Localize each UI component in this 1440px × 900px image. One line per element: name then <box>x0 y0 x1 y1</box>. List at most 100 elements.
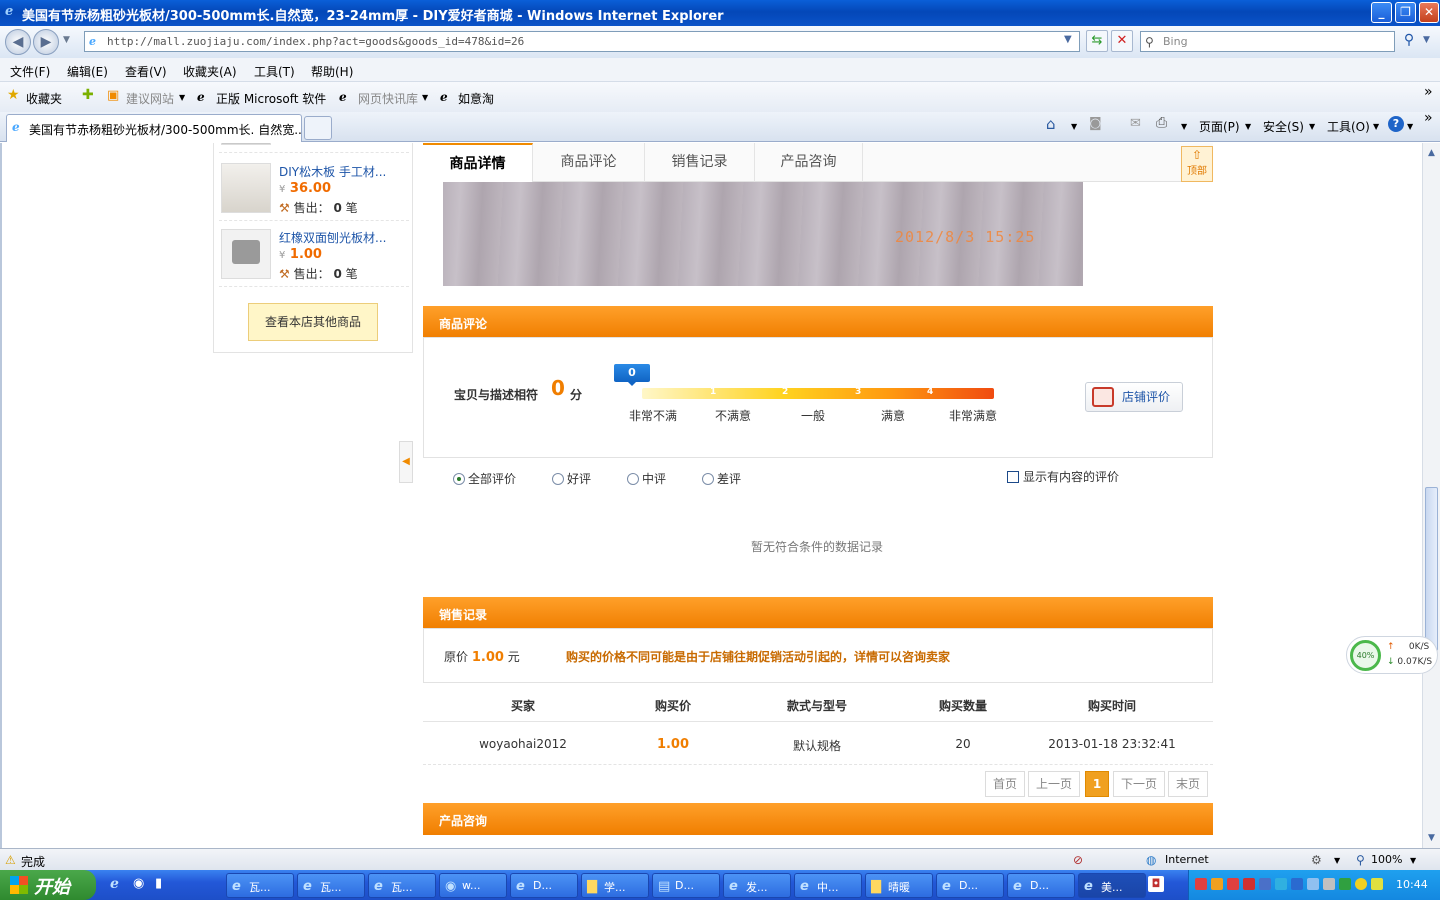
taskbar-item[interactable]: ◉ w... <box>439 873 507 898</box>
show-desktop-icon[interactable]: ◘ <box>1148 876 1164 892</box>
taskbar-item[interactable]: e D... <box>1007 873 1075 898</box>
stop-icon[interactable]: ✕ <box>1111 30 1133 52</box>
filter-good-reviews[interactable]: 好评 <box>552 470 591 487</box>
page-first-button[interactable]: 首页 <box>985 771 1025 797</box>
webslice-gallery-link[interactable]: 网页快讯库 <box>358 90 418 107</box>
qq-icon[interactable] <box>1243 878 1255 890</box>
back-button[interactable]: ◀ <box>5 29 31 55</box>
search-options-icon[interactable]: ▼ <box>1423 35 1430 45</box>
forward-button[interactable]: ▶ <box>33 29 59 55</box>
address-dropdown-icon[interactable]: ▼ <box>1064 34 1072 45</box>
webslice-dropdown-icon[interactable]: ▼ <box>422 93 428 102</box>
taskbar-item-active[interactable]: e 美... <box>1078 873 1146 898</box>
search-input[interactable]: ⚲ Bing <box>1140 31 1395 52</box>
list-item[interactable] <box>219 143 409 153</box>
refresh-icon[interactable]: ⇆ <box>1086 30 1108 52</box>
home-icon[interactable]: ⌂ <box>1046 115 1056 133</box>
popup-blocked-icon[interactable]: ⊘ <box>1073 853 1083 867</box>
tools-menu[interactable]: 工具(O) <box>1327 118 1370 135</box>
protected-dropdown-icon[interactable]: ▼ <box>1334 856 1340 865</box>
chevron-more-icon[interactable]: » <box>1424 84 1433 100</box>
help-icon[interactable]: ? <box>1388 116 1404 132</box>
taskbar-item[interactable]: e 瓦... <box>297 873 365 898</box>
taskbar-item[interactable]: e 瓦... <box>368 873 436 898</box>
minimize-button[interactable]: _ <box>1371 2 1392 23</box>
filter-neutral-reviews[interactable]: 中评 <box>627 470 666 487</box>
product-thumbnail[interactable] <box>221 163 271 213</box>
home-dropdown-icon[interactable]: ▼ <box>1071 122 1077 131</box>
network-speed-widget[interactable]: 40% ↑ 0K/S ↓ 0.07K/S <box>1346 636 1438 674</box>
taskbar-item[interactable]: ▤ D... <box>652 873 720 898</box>
product-name[interactable]: 红橡双面刨光板材... <box>279 229 386 246</box>
browser-tab-active[interactable]: e 美国有节赤杨粗砂光板材/300-500mm长. 自然宽... <box>6 114 302 142</box>
tray-app-icon[interactable] <box>1339 878 1351 890</box>
page-last-button[interactable]: 末页 <box>1168 771 1208 797</box>
quicklaunch-app-icon[interactable]: ▮ <box>155 876 162 891</box>
scrollbar-thumb[interactable] <box>1425 487 1438 651</box>
security-icon[interactable] <box>1355 878 1367 890</box>
feeds-icon[interactable]: ◙ <box>1089 116 1102 131</box>
mail-icon[interactable]: ✉ <box>1130 116 1141 131</box>
history-dropdown-icon[interactable]: ▼ <box>63 35 70 45</box>
safety-dropdown-icon[interactable]: ▼ <box>1309 122 1315 131</box>
taskbar-item[interactable]: ▇ 学... <box>581 873 649 898</box>
filter-all-reviews[interactable]: 全部评价 <box>453 470 516 487</box>
protected-mode-icon[interactable]: ⚙ <box>1311 853 1322 867</box>
tab-sales[interactable]: 销售记录 <box>645 143 755 182</box>
zoom-level[interactable]: 100% <box>1371 853 1402 866</box>
tray-app-icon[interactable] <box>1291 878 1303 890</box>
menu-file[interactable]: 文件(F) <box>10 63 50 80</box>
chevron-more-icon[interactable]: » <box>1424 110 1433 126</box>
zoom-dropdown-icon[interactable]: ▼ <box>1410 856 1416 865</box>
list-item[interactable]: DIY松木板 手工材... ¥ 36.00 ⚒ 售出： 0 笔 <box>219 157 409 221</box>
tab-details[interactable]: 商品详情 <box>423 143 533 183</box>
tray-app-icon[interactable] <box>1275 878 1287 890</box>
network-icon[interactable] <box>1307 878 1319 890</box>
tools-dropdown-icon[interactable]: ▼ <box>1373 122 1379 131</box>
maximize-button[interactable]: ❐ <box>1395 2 1416 23</box>
scroll-down-icon[interactable]: ▼ <box>1425 831 1438 845</box>
menu-favorites[interactable]: 收藏夹(A) <box>183 63 237 80</box>
start-button[interactable]: 开始 <box>0 870 96 900</box>
product-thumbnail[interactable] <box>221 143 271 145</box>
menu-help[interactable]: 帮助(H) <box>311 63 353 80</box>
product-name[interactable]: DIY松木板 手工材... <box>279 163 386 180</box>
safety-menu[interactable]: 安全(S) <box>1263 118 1304 135</box>
taskbar-item[interactable]: e 中... <box>794 873 862 898</box>
search-button-icon[interactable]: ⚲ <box>1398 32 1420 52</box>
content-only-checkbox[interactable]: 显示有内容的评价 <box>1007 468 1119 485</box>
print-dropdown-icon[interactable]: ▼ <box>1181 122 1187 131</box>
vertical-scrollbar[interactable]: ▲ ▼ <box>1422 143 1440 848</box>
view-more-products-button[interactable]: 查看本店其他商品 <box>248 303 378 341</box>
volume-icon[interactable] <box>1259 878 1271 890</box>
page-prev-button[interactable]: 上一页 <box>1028 771 1080 797</box>
back-to-top-button[interactable]: ⇧ 顶部 <box>1181 146 1213 182</box>
microsoft-link[interactable]: 正版 Microsoft 软件 <box>216 90 326 107</box>
add-favorites-icon[interactable]: ✚ <box>82 87 94 103</box>
new-tab-button[interactable] <box>304 116 332 140</box>
menu-tools[interactable]: 工具(T) <box>254 63 295 80</box>
collapse-sidebar-icon[interactable]: ◀ <box>399 441 413 483</box>
filter-bad-reviews[interactable]: 差评 <box>702 470 741 487</box>
tray-app-icon[interactable] <box>1323 878 1335 890</box>
page-next-button[interactable]: 下一页 <box>1113 771 1165 797</box>
product-thumbnail[interactable] <box>221 229 271 279</box>
list-item[interactable]: 红橡双面刨光板材... ¥ 1.00 ⚒ 售出： 0 笔 <box>219 223 409 287</box>
shop-rating-button[interactable]: 店铺评价 <box>1085 382 1183 412</box>
qq-icon[interactable] <box>1195 878 1207 890</box>
taskbar-item[interactable]: e 瓦... <box>226 873 294 898</box>
page-dropdown-icon[interactable]: ▼ <box>1245 122 1251 131</box>
taskbar-item[interactable]: e D... <box>510 873 578 898</box>
tab-consult[interactable]: 产品咨询 <box>755 143 863 182</box>
taskbar-item[interactable]: e D... <box>936 873 1004 898</box>
scroll-up-icon[interactable]: ▲ <box>1425 146 1438 160</box>
tab-reviews[interactable]: 商品评论 <box>533 143 645 182</box>
page-current[interactable]: 1 <box>1085 771 1109 797</box>
address-input[interactable]: e http://mall.zuojiaju.com/index.php?act… <box>84 31 1080 52</box>
qq-icon[interactable] <box>1227 878 1239 890</box>
quicklaunch-browser-icon[interactable]: ◉ <box>133 876 144 891</box>
suggested-dropdown-icon[interactable]: ▼ <box>179 93 185 102</box>
menu-edit[interactable]: 编辑(E) <box>67 63 108 80</box>
suggested-sites-link[interactable]: 建议网站 <box>126 90 174 107</box>
taskbar-item[interactable]: e 发... <box>723 873 791 898</box>
